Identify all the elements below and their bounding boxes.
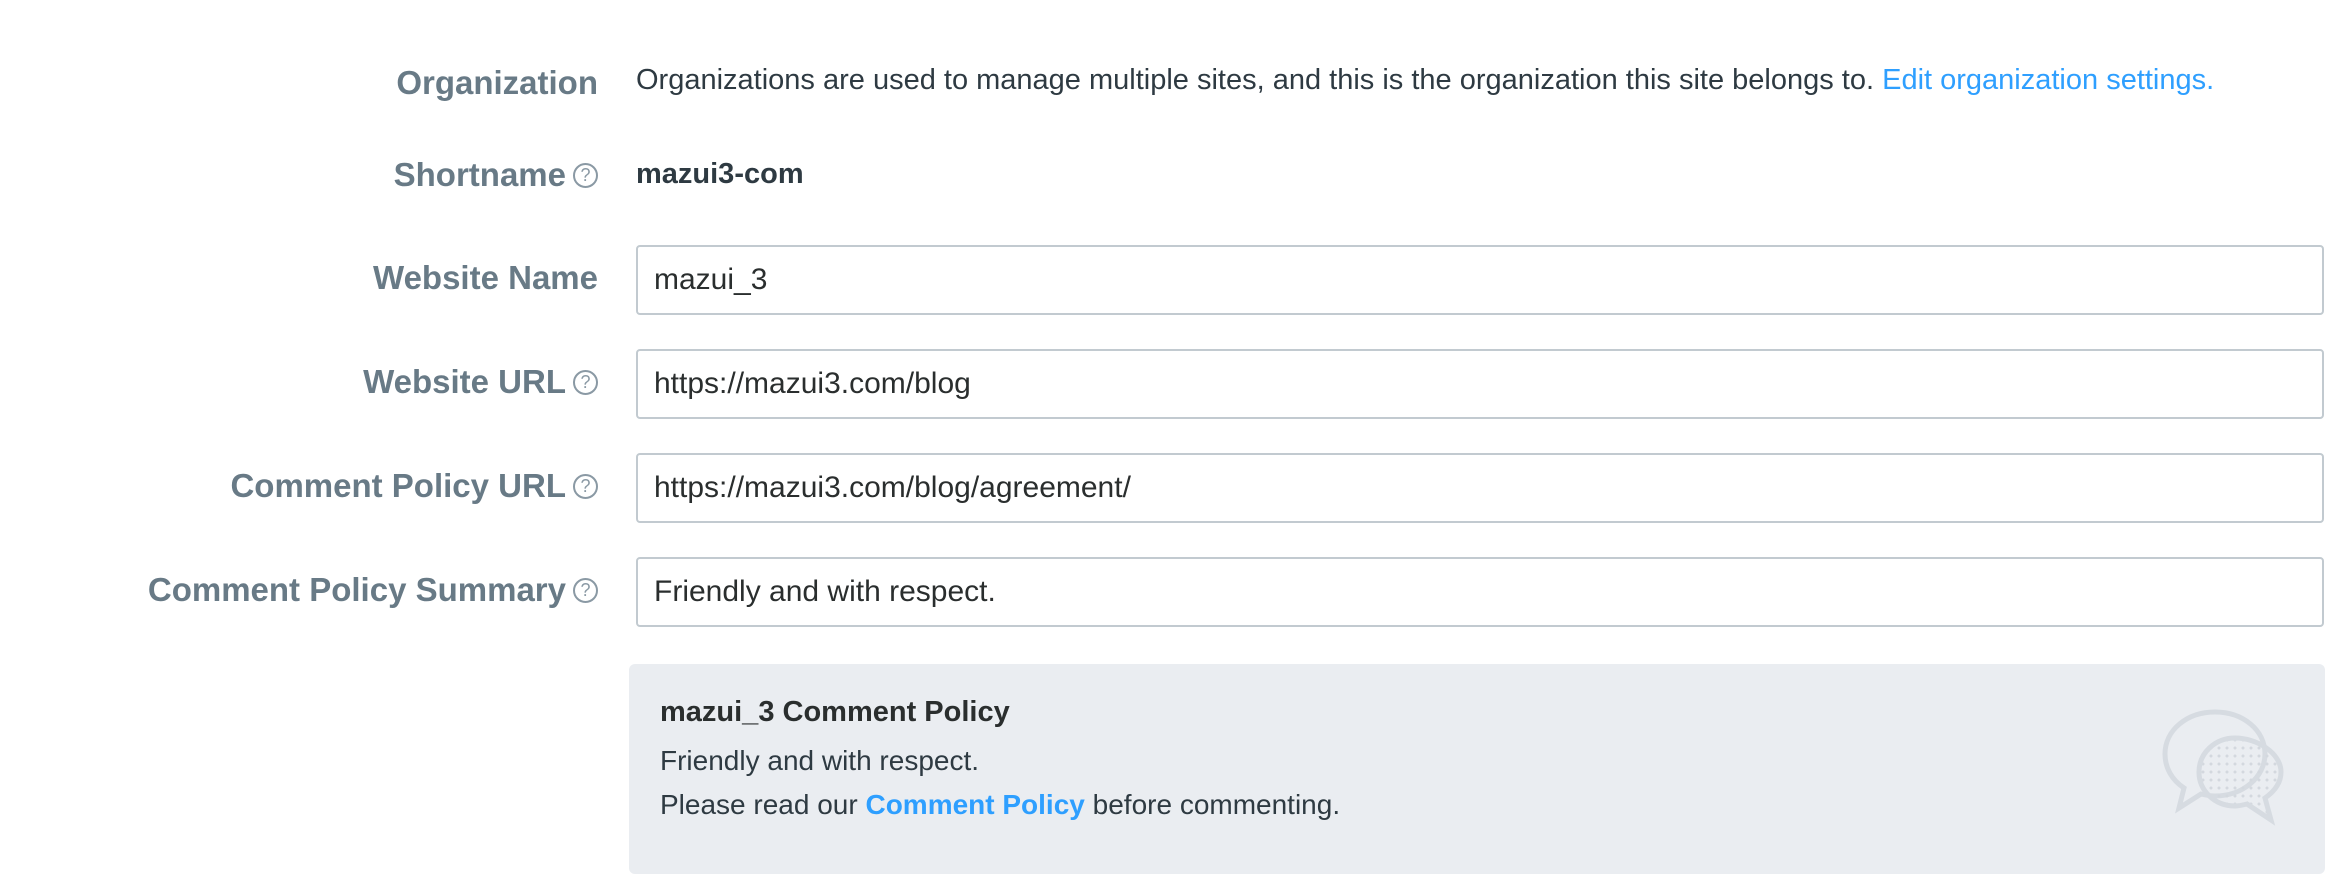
website-name-input[interactable]	[636, 245, 2324, 315]
preview-title: mazui_3 Comment Policy	[660, 696, 1010, 728]
shortname-value: mazui3-com	[636, 158, 804, 190]
comment-policy-preview: mazui_3 Comment Policy Friendly and with…	[629, 664, 2325, 874]
preview-summary: Friendly and with respect.	[660, 745, 980, 776]
edit-organization-link[interactable]: Edit organization settings.	[1882, 64, 2214, 96]
help-icon[interactable]: ?	[573, 473, 598, 499]
shortname-label: Shortname ?	[394, 156, 598, 194]
help-icon[interactable]: ?	[573, 369, 598, 395]
website-url-input[interactable]	[636, 349, 2324, 419]
website-url-label: Website URL ?	[363, 363, 598, 401]
organization-text: Organizations are used to manage multipl…	[636, 64, 1875, 96]
organization-label: Organization	[396, 64, 598, 101]
comment-policy-url-input[interactable]	[636, 453, 2324, 523]
comment-policy-link[interactable]: Comment Policy	[865, 789, 1084, 820]
comment-policy-summary-label: Comment Policy Summary ?	[148, 571, 598, 609]
preview-read-policy: Please read our Comment Policy before co…	[660, 789, 1341, 820]
help-icon[interactable]: ?	[573, 162, 598, 188]
website-name-label: Website Name	[373, 259, 598, 296]
comment-policy-summary-input[interactable]	[636, 557, 2324, 627]
comment-policy-url-label: Comment Policy URL ?	[230, 467, 598, 505]
help-icon[interactable]: ?	[573, 577, 598, 603]
organization-description: Organizations are used to manage multipl…	[636, 64, 2214, 97]
speech-bubbles-icon	[2162, 709, 2284, 826]
